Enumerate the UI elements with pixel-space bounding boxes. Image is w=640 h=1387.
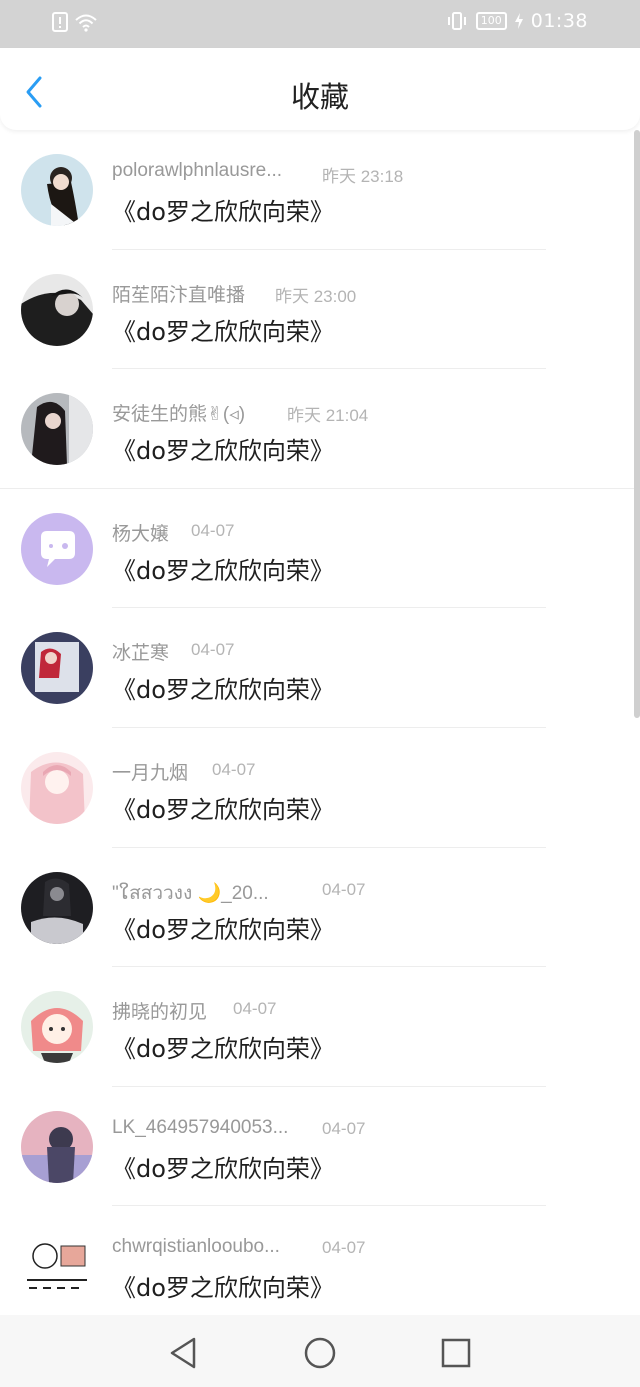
- item-title[interactable]: 《do罗之欣欣向荣》: [112, 790, 334, 825]
- list-item[interactable]: 冰芷寒 04-07 《do罗之欣欣向荣》: [0, 608, 634, 728]
- battery-icon: 100: [475, 12, 507, 30]
- user-name: 拂晓的初见: [112, 1002, 208, 1024]
- timestamp: 04-07: [322, 1238, 366, 1258]
- list-item[interactable]: 安徒生的熊✌(◃) 昨天 21:04 《do罗之欣欣向荣》: [0, 369, 634, 489]
- item-title[interactable]: 《do罗之欣欣向荣》: [112, 431, 334, 466]
- status-bar: 100 01:38: [0, 0, 640, 48]
- item-title[interactable]: 《do罗之欣欣向荣》: [112, 551, 334, 586]
- list-item[interactable]: 一月九烟 04-07 《do罗之欣欣向荣》: [0, 728, 634, 848]
- item-title[interactable]: 《do罗之欣欣向荣》: [112, 1149, 334, 1184]
- screen: 100 01:38 收藏 polorawlphnlausre... 昨天 23:…: [0, 0, 640, 1387]
- wifi-icon: [74, 12, 98, 32]
- item-title[interactable]: 《do罗之欣欣向荣》: [112, 910, 334, 945]
- favorites-list: polorawlphnlausre... 昨天 23:18 《do罗之欣欣向荣》…: [0, 130, 634, 1315]
- avatar[interactable]: [21, 991, 93, 1064]
- nav-home-button[interactable]: [302, 1335, 338, 1371]
- user-name: chwrqistianlooubo...: [112, 1236, 280, 1258]
- avatar[interactable]: [21, 393, 93, 466]
- avatar[interactable]: [21, 1230, 93, 1303]
- timestamp: 昨天 23:00: [275, 286, 357, 306]
- list-item[interactable]: 陌苼陌汴直唯播 昨天 23:00 《do罗之欣欣向荣》: [0, 250, 634, 370]
- avatar[interactable]: [21, 154, 93, 226]
- user-name: 陌苼陌汴直唯播: [112, 284, 246, 306]
- header: 收藏: [0, 48, 640, 130]
- user-name: 冰芷寒: [112, 643, 170, 665]
- list-item[interactable]: LK_464957940053... 04-07 《do罗之欣欣向荣》: [0, 1087, 634, 1207]
- timestamp: 04-07: [212, 759, 256, 779]
- item-title[interactable]: 《do罗之欣欣向荣》: [112, 1268, 334, 1303]
- user-name: "ໃสสววงง 🌙_20...: [112, 882, 269, 904]
- timestamp: 昨天 21:04: [287, 406, 369, 426]
- nav-recents-button[interactable]: [438, 1335, 474, 1371]
- list-item[interactable]: 拂晓的初见 04-07 《do罗之欣欣向荣》: [0, 967, 634, 1087]
- user-name: 安徒生的熊✌(◃): [112, 404, 246, 426]
- item-title[interactable]: 《do罗之欣欣向荣》: [112, 312, 334, 347]
- timestamp: 04-07: [233, 999, 277, 1019]
- navigation-bar: [0, 1315, 640, 1387]
- alert-icon: [52, 12, 68, 32]
- avatar[interactable]: [21, 632, 93, 705]
- user-name: 杨大嬢: [112, 523, 170, 545]
- scrollbar[interactable]: [634, 130, 640, 718]
- nav-back-button[interactable]: [166, 1335, 202, 1371]
- vibrate-icon: [446, 10, 468, 32]
- list-item[interactable]: chwrqistianlooubo... 04-07 《do罗之欣欣向荣》: [0, 1206, 634, 1315]
- timestamp: 04-07: [322, 1118, 366, 1138]
- item-title[interactable]: 《do罗之欣欣向荣》: [112, 670, 334, 705]
- circle-home-icon: [304, 1337, 336, 1369]
- timestamp: 04-07: [191, 520, 235, 540]
- item-title[interactable]: 《do罗之欣欣向荣》: [112, 192, 334, 227]
- triangle-back-icon: [170, 1337, 196, 1369]
- timestamp: 昨天 23:18: [322, 167, 404, 186]
- user-name: polorawlphnlausre...: [112, 160, 283, 181]
- list-item[interactable]: 杨大嬢 04-07 《do罗之欣欣向荣》: [0, 489, 634, 609]
- timestamp: 04-07: [322, 879, 366, 899]
- list-item[interactable]: polorawlphnlausre... 昨天 23:18 《do罗之欣欣向荣》: [0, 130, 634, 250]
- avatar[interactable]: [21, 1110, 93, 1183]
- avatar[interactable]: [21, 273, 93, 346]
- avatar[interactable]: [21, 751, 93, 824]
- avatar[interactable]: [21, 871, 93, 944]
- charging-icon: [514, 13, 523, 29]
- list-item[interactable]: "ໃสสววงง 🌙_20... 04-07 《do罗之欣欣向荣》: [0, 848, 634, 968]
- clock: 01:38: [530, 10, 588, 32]
- timestamp: 04-07: [191, 640, 235, 660]
- page-title: 收藏: [290, 80, 349, 114]
- avatar[interactable]: [21, 512, 93, 585]
- user-name: 一月九烟: [112, 762, 189, 784]
- user-name: LK_464957940053...: [112, 1116, 289, 1138]
- square-recents-icon: [441, 1338, 471, 1368]
- item-title[interactable]: 《do罗之欣欣向荣》: [112, 1029, 334, 1064]
